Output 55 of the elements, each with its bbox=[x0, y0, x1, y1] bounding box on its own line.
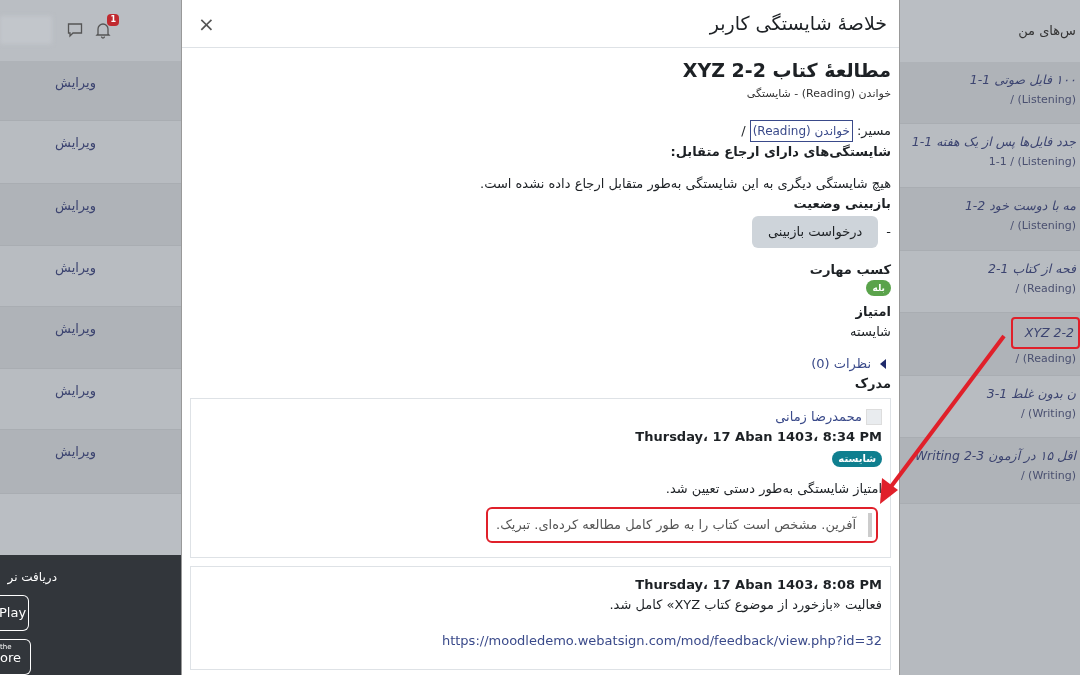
page-title: س‌های من bbox=[1018, 22, 1076, 41]
dash-text: - bbox=[886, 223, 891, 242]
evidence-date: Thursday، 17 Aban 1403، 8:08 PM bbox=[635, 576, 882, 594]
competency-name: مطالعهٔ کتاب 2-2 XYZ bbox=[682, 58, 891, 83]
request-review-button[interactable]: درخواست بازبینی bbox=[751, 216, 879, 248]
competency-path: (Writing) / bbox=[1020, 468, 1077, 484]
section-label: امتیاز bbox=[855, 303, 891, 321]
evidence-date: Thursday، 17 Aban 1403، 8:34 PM bbox=[635, 428, 882, 446]
competency-title[interactable]: مه با دوست خود 2-1 bbox=[960, 196, 1080, 216]
edit-link[interactable]: ویرایش bbox=[55, 441, 96, 462]
close-button[interactable]: × bbox=[194, 13, 219, 34]
competency-title[interactable]: جدد فایل‌ها پس از یک هفته 1-1 bbox=[907, 132, 1080, 152]
competency-path: (Reading) / bbox=[1015, 281, 1077, 297]
edit-link[interactable]: ویرایش bbox=[55, 380, 96, 401]
edit-link[interactable]: ویرایش bbox=[55, 196, 96, 217]
edit-link[interactable]: ویرایش bbox=[55, 72, 96, 93]
evidence-text: امتیاز شایستگی به‌طور دستی تعیین شد. bbox=[665, 480, 882, 499]
competency-path: (Listening) / bbox=[1010, 218, 1077, 234]
author-link[interactable]: محمدرضا زمانی bbox=[775, 407, 862, 427]
edit-link[interactable]: ویرایش bbox=[55, 258, 96, 279]
cross-reference-text: هیچ شایستگی دیگری به این شایستگی به‌طور متقابل ارجاع داده نشده است. bbox=[480, 175, 891, 194]
section-label: بازبینی وضعیت bbox=[793, 195, 891, 213]
section-label: شایستگی‌های دارای ارجاع متقابل: bbox=[670, 143, 891, 161]
competency-path: (Writing) / bbox=[1020, 406, 1077, 422]
competency-title[interactable]: 2-2 XYZ bbox=[1010, 317, 1080, 349]
competency-path: (Listening) / 1-1 bbox=[988, 154, 1077, 170]
edit-link[interactable]: ویرایش bbox=[55, 133, 96, 154]
footer-heading: دریافت نر bbox=[7, 568, 58, 587]
competency-title[interactable]: ن بدون غلط 1-3 bbox=[982, 384, 1080, 404]
avatar-icon bbox=[866, 409, 882, 425]
comments-toggle[interactable]: نظرات (0) bbox=[811, 354, 891, 374]
caret-icon bbox=[879, 359, 887, 369]
google-play-button[interactable]: Play bbox=[0, 594, 29, 631]
notification-badge: 1 bbox=[107, 13, 119, 26]
modal-title: خلاصهٔ شایستگی کاربر bbox=[709, 11, 887, 37]
path-label: مسیر: bbox=[856, 122, 891, 140]
edit-link[interactable]: ویرایش bbox=[55, 318, 96, 339]
competency-title[interactable]: اقل ۱۵ در آزمون 3-2 Writing bbox=[910, 446, 1080, 466]
competency-title[interactable]: ۱۰۰ فایل صوتی 1-1 bbox=[965, 70, 1080, 90]
section-label: کسب مهارت bbox=[809, 261, 891, 279]
competency-subtitle: خواندن (Reading) - شایستگی bbox=[746, 86, 891, 102]
proficiency-badge: بله bbox=[866, 280, 891, 296]
chat-icon[interactable] bbox=[67, 22, 83, 39]
rating-badge: شایسته bbox=[832, 451, 882, 467]
path-separator: / bbox=[741, 122, 746, 140]
evidence-note: آفرین. مشخص است کتاب را به طور کامل مطالعه کرده‌ای. تبریک. bbox=[486, 507, 878, 543]
evidence-url-link[interactable]: https://moodledemo.webatsign.com/mod/feedback/view.php?id=32 bbox=[441, 631, 882, 651]
section-label: مدرک bbox=[854, 375, 891, 393]
competency-path: (Listening) / bbox=[1010, 92, 1077, 108]
competency-path: (Reading) / bbox=[1015, 351, 1077, 367]
path-link[interactable]: خواندن (Reading) bbox=[749, 120, 853, 142]
evidence-text: فعالیت «بازخورد از موضوع کتاب XYZ» کامل شد. bbox=[609, 596, 882, 615]
rating-value: شایسته bbox=[850, 323, 891, 341]
competency-title[interactable]: فحه از کتاب 1-2 bbox=[984, 259, 1080, 279]
bell-icon[interactable] bbox=[95, 21, 111, 39]
